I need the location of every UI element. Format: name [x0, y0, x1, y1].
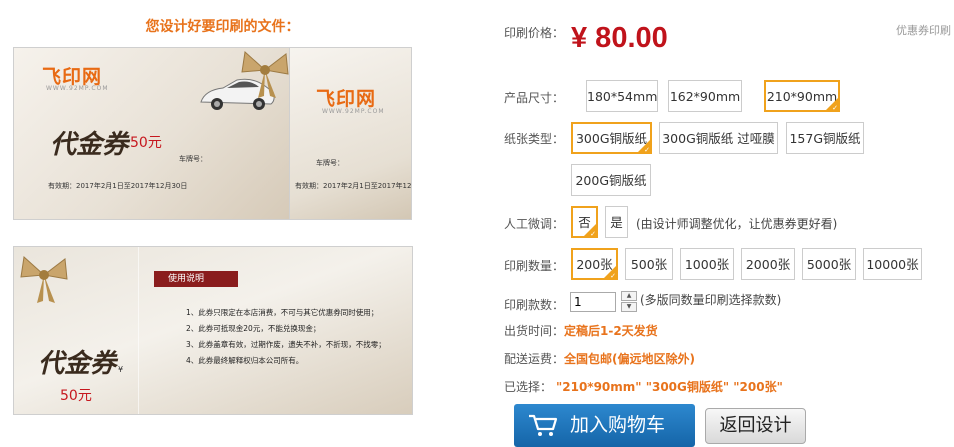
quantity-option-1000[interactable]: 1000张 — [680, 248, 734, 280]
versions-label: 印刷款数： — [504, 298, 565, 312]
versions-increment-button[interactable]: ▲ — [621, 291, 637, 301]
yen-symbol: ¥ — [118, 365, 124, 374]
price-label: 印刷价格： — [504, 26, 565, 40]
ship-time-label: 出货时间： — [504, 324, 565, 338]
size-label: 产品尺寸： — [504, 91, 565, 105]
rule-item: 1、此券只限定在本店消费，不可与其它优惠券同时使用； — [186, 308, 379, 317]
rule-item: 2、此券可抵现金20元，不能兑换现金； — [186, 324, 321, 333]
size-option-180x54[interactable]: 180*54mm — [586, 80, 658, 112]
plate-label: 车牌号： — [179, 155, 207, 163]
product-name: 优惠券印刷 — [896, 24, 951, 37]
voucher-heading: 代金券 — [50, 130, 129, 160]
paper-option-300g-matte[interactable]: 300G铜版纸 过哑膜 — [659, 122, 778, 154]
shipping-label: 配送运费： — [504, 352, 565, 366]
manual-adjust-yes[interactable]: 是 — [605, 206, 628, 238]
card-divider — [138, 247, 139, 414]
quantity-option-500[interactable]: 500张 — [625, 248, 673, 280]
voucher-amount: 50元 — [130, 135, 162, 151]
add-to-cart-button[interactable]: 加入购物车 — [514, 404, 695, 447]
usage-title: 使用说明 — [154, 271, 238, 287]
manual-adjust-no[interactable]: 否 — [571, 206, 598, 239]
brand-logo-url: WWW.92MP.COM — [322, 108, 385, 115]
paper-option-157g[interactable]: 157G铜版纸 — [786, 122, 864, 154]
versions-input[interactable] — [570, 292, 616, 312]
price-value: ¥ 80.00 — [571, 22, 668, 54]
shipping-value: 全国包邮(偏远地区除外) — [564, 352, 695, 366]
manual-adjust-hint: (由设计师调整优化，让优惠券更好看) — [636, 217, 838, 231]
brand-logo-url: WWW.92MP.COM — [46, 85, 109, 92]
quantity-label: 印刷数量： — [504, 259, 565, 273]
versions-decrement-button[interactable]: ▼ — [621, 302, 637, 312]
quantity-option-10000[interactable]: 10000张 — [863, 248, 922, 280]
rule-item: 4、此券最终解释权归本公司所有。 — [186, 356, 304, 365]
voucher-back-preview: 飞印网 WWW.92MP.COM 车牌号： 有效期：2017年2月1日至2017… — [289, 47, 412, 220]
quantity-option-2000[interactable]: 2000张 — [741, 248, 795, 280]
preview-title: 您设计好要印刷的文件： — [145, 19, 300, 35]
selected-label: 已选择： — [504, 380, 553, 394]
brand-logo: 飞印网 — [316, 88, 377, 110]
size-option-210x90[interactable]: 210*90mm — [764, 80, 840, 113]
usage-rules: 1、此券只限定在本店消费，不可与其它优惠券同时使用； 2、此券可抵现金20元，不… — [186, 305, 386, 369]
ribbon-bow-icon — [20, 256, 68, 303]
voucher-reverse-preview: 代金券 ¥ 50元 使用说明 1、此券只限定在本店消费，不可与其它优惠券同时使用… — [13, 246, 413, 415]
validity-text: 有效期：2017年2月1日至2017年12月30日 — [295, 182, 412, 190]
paper-label: 纸张类型： — [504, 132, 565, 146]
voucher-heading: 代金券 — [38, 349, 117, 379]
paper-option-300g[interactable]: 300G铜版纸 — [571, 122, 652, 155]
plate-label: 车牌号： — [316, 159, 344, 167]
manual-adjust-label: 人工微调： — [504, 217, 565, 231]
cart-icon — [529, 414, 558, 436]
versions-hint: (多版同数量印刷选择款数) — [640, 293, 782, 307]
paper-option-200g[interactable]: 200G铜版纸 — [571, 164, 651, 196]
quantity-option-200[interactable]: 200张 — [571, 248, 618, 281]
validity-text: 有效期：2017年2月1日至2017年12月30日 — [48, 182, 188, 190]
size-option-162x90[interactable]: 162*90mm — [668, 80, 742, 112]
ribbon-bow-icon — [241, 51, 289, 98]
voucher-front-preview: 飞印网 WWW.92MP.COM 代金券 50元 车牌号： 有效期：2017年2… — [13, 47, 291, 220]
add-to-cart-label: 加入购物车 — [570, 414, 666, 436]
quantity-option-5000[interactable]: 5000张 — [802, 248, 856, 280]
back-to-design-button[interactable]: 返回设计 — [705, 408, 806, 444]
rule-item: 3、此券盖章有效，过期作废，遗失不补，不折现，不找零； — [186, 340, 386, 349]
ship-time-value: 定稿后1-2天发货 — [564, 324, 658, 338]
voucher-amount: 50元 — [60, 388, 92, 404]
selected-summary: "210*90mm" "300G铜版纸" "200张" — [556, 380, 783, 394]
